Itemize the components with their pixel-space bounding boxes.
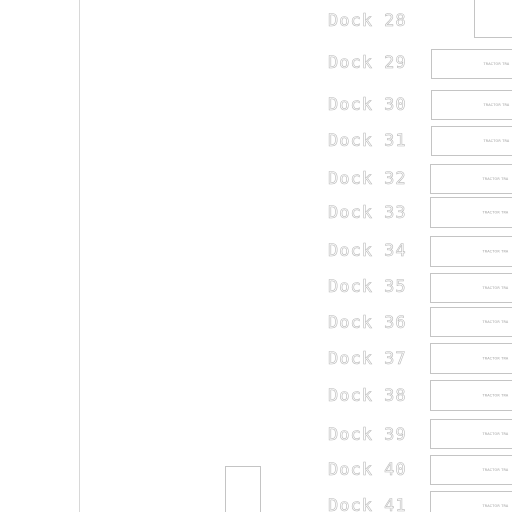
trailer-label: TRACTOR TRA [482, 504, 509, 508]
ground-box [225, 466, 261, 512]
trailer-label: TRACTOR TRA [483, 139, 510, 143]
dock-32-group: Dock 32 TRACTOR TRA [328, 164, 512, 194]
trailer-label: TRACTOR TRA [482, 320, 509, 324]
dock-38-group: Dock 38 TRACTOR TRA [328, 380, 512, 411]
trailer-label: TRACTOR TRA [482, 250, 509, 254]
dock-floor-plan: Dock 28 Dock 29 TRACTOR TRA Dock 30 TRACTOR … [79, 0, 512, 512]
docks-layer: Dock 28 Dock 29 TRACTOR TRA Dock 30 TRACTOR … [328, 11, 512, 512]
dock-label: Dock 29 [328, 53, 407, 73]
trailer-label: TRACTOR TRA [482, 432, 509, 436]
dock-label: Dock 39 [328, 425, 407, 445]
dock-39-group: Dock 39 TRACTOR TRA [328, 419, 512, 449]
dock-label: Dock 40 [328, 460, 407, 480]
dock-label: Dock 35 [328, 277, 407, 297]
trailer-label: TRACTOR TRA [483, 62, 510, 66]
dock-29-group: Dock 29 TRACTOR TRA [328, 49, 512, 79]
dock-label: Dock 37 [328, 349, 407, 369]
dock-31-group: Dock 31 TRACTOR TRA [328, 126, 512, 156]
dock-28-group: Dock 28 [328, 11, 407, 32]
dock-41-group: Dock 41 TRACTOR TRA [328, 491, 512, 512]
dock-label: Dock 28 [328, 11, 407, 31]
dock-37-group: Dock 37 TRACTOR TRA [328, 343, 512, 374]
dock-36-group: Dock 36 TRACTOR TRA [328, 307, 512, 337]
trailer-label: TRACTOR TRA [483, 103, 510, 107]
dock-label: Dock 41 [328, 496, 407, 512]
trailer-label: TRACTOR TRA [482, 468, 509, 472]
dock-30-group: Dock 30 TRACTOR TRA [328, 90, 512, 120]
trailer-label: TRACTOR TRA [482, 177, 509, 181]
dock-33-group: Dock 33 TRACTOR TRA [328, 197, 512, 228]
trailer-label: TRACTOR TRA [482, 394, 509, 398]
dock-40-group: Dock 40 TRACTOR TRA [328, 455, 512, 485]
dock-label: Dock 34 [328, 241, 407, 261]
dock-label: Dock 38 [328, 386, 407, 406]
trailer-label: TRACTOR TRA [482, 211, 509, 215]
dock-35-group: Dock 35 TRACTOR TRA [328, 273, 512, 303]
dock-34-group: Dock 34 TRACTOR TRA [328, 236, 512, 267]
trailer-box[interactable] [430, 491, 512, 512]
dock-label: Dock 32 [328, 169, 407, 189]
dock-label: Dock 33 [328, 203, 407, 223]
dock-label: Dock 36 [328, 313, 407, 333]
dock-label: Dock 30 [328, 95, 407, 115]
dock-28-door-box[interactable] [474, 0, 512, 38]
trailer-label: TRACTOR TRA [482, 286, 509, 290]
dock-label: Dock 31 [328, 131, 407, 151]
trailer-label: TRACTOR TRA [482, 357, 509, 361]
